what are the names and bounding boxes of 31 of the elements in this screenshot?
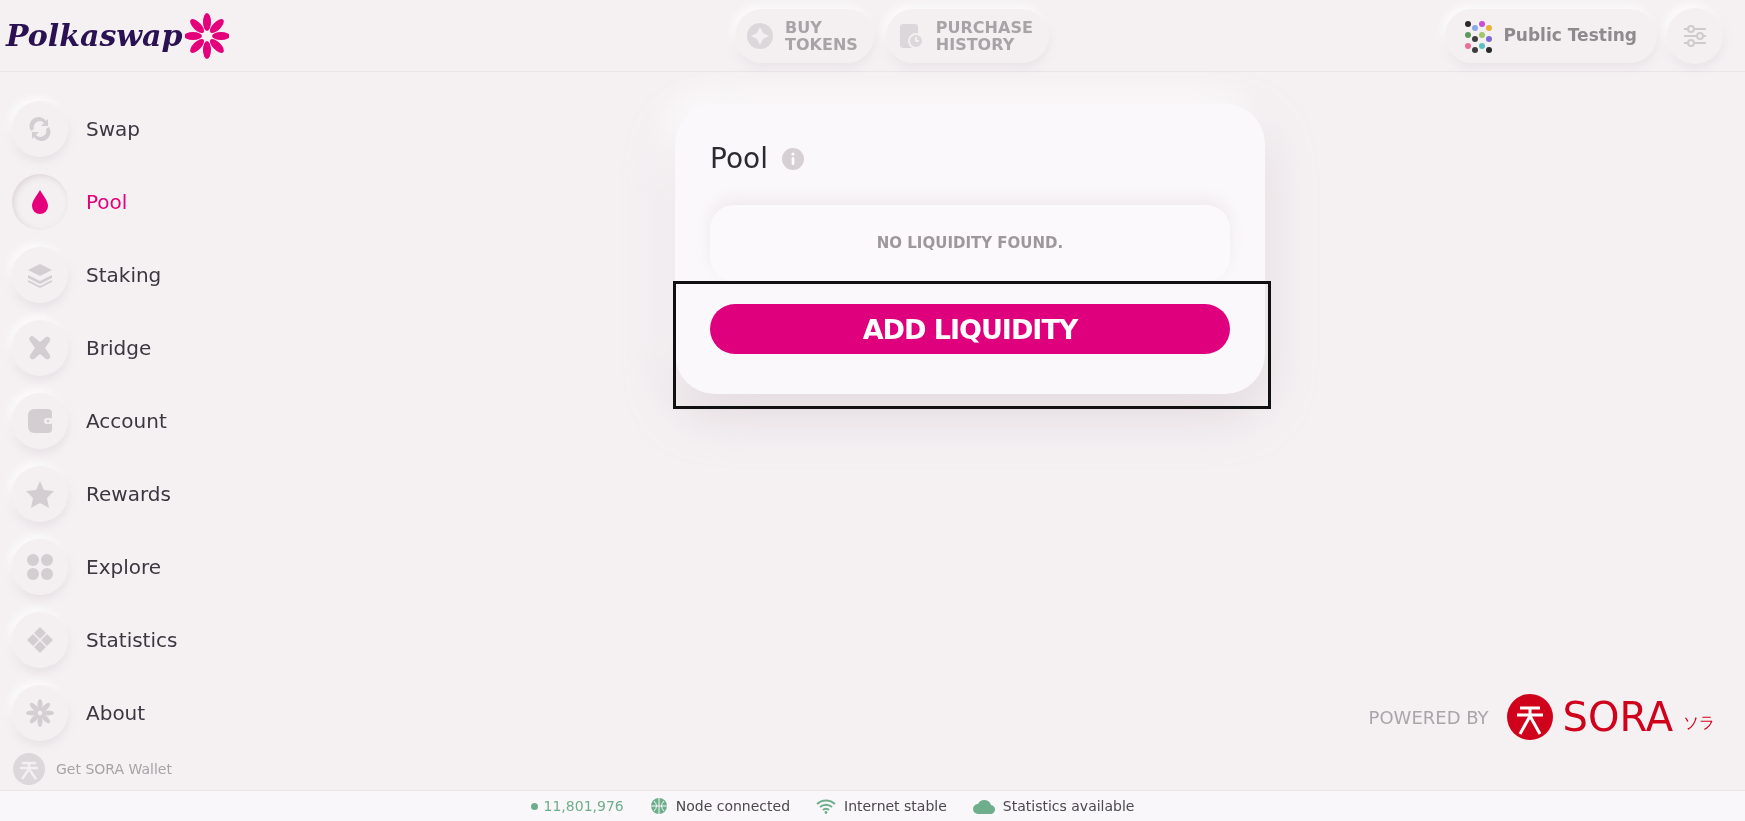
sidebar-item[interactable]: Swap [12, 92, 300, 165]
status-text: Statistics available [1002, 798, 1135, 814]
empty-message: NO LIQUIDITY FOUND. [876, 234, 1064, 252]
sidebar-item[interactable]: Explore [12, 530, 300, 603]
powered-by-label: POWERED BY [1368, 706, 1489, 728]
wifi-icon [816, 798, 836, 814]
diamond-icon [25, 624, 55, 655]
add-liquidity-button[interactable]: ADD LIQUIDITY [710, 304, 1230, 354]
info-icon[interactable] [781, 147, 804, 170]
logo-wordmark[interactable]: Polkaswap [6, 18, 183, 53]
flower-logo-icon [184, 10, 229, 61]
sora-coin-icon [12, 752, 46, 786]
flower-icon [25, 697, 55, 728]
globe-icon [649, 797, 668, 815]
card-title: Pool [710, 142, 768, 175]
cloud-icon [972, 798, 995, 814]
grid-icon [25, 551, 55, 582]
sidebar-item[interactable]: Staking [12, 238, 300, 311]
sora-wordmark: SORA [1562, 694, 1673, 740]
sidebar-item[interactable]: Account [12, 384, 300, 457]
status-text: Internet stable [844, 798, 947, 814]
status-text: Node connected [675, 798, 790, 814]
sidebar-item[interactable]: Statistics [12, 603, 300, 676]
sora-kana: ソラ [1683, 713, 1715, 734]
sidebar-item[interactable]: Rewards [12, 457, 300, 530]
sliders-icon [1682, 23, 1708, 48]
sidebar-item[interactable]: About [12, 676, 300, 749]
block-number: 11,801,976 [530, 798, 624, 814]
sidebar-item[interactable]: Bridge [12, 311, 300, 384]
sora-logo-icon [1506, 694, 1553, 740]
sidebar-item[interactable]: Pool [12, 165, 300, 238]
